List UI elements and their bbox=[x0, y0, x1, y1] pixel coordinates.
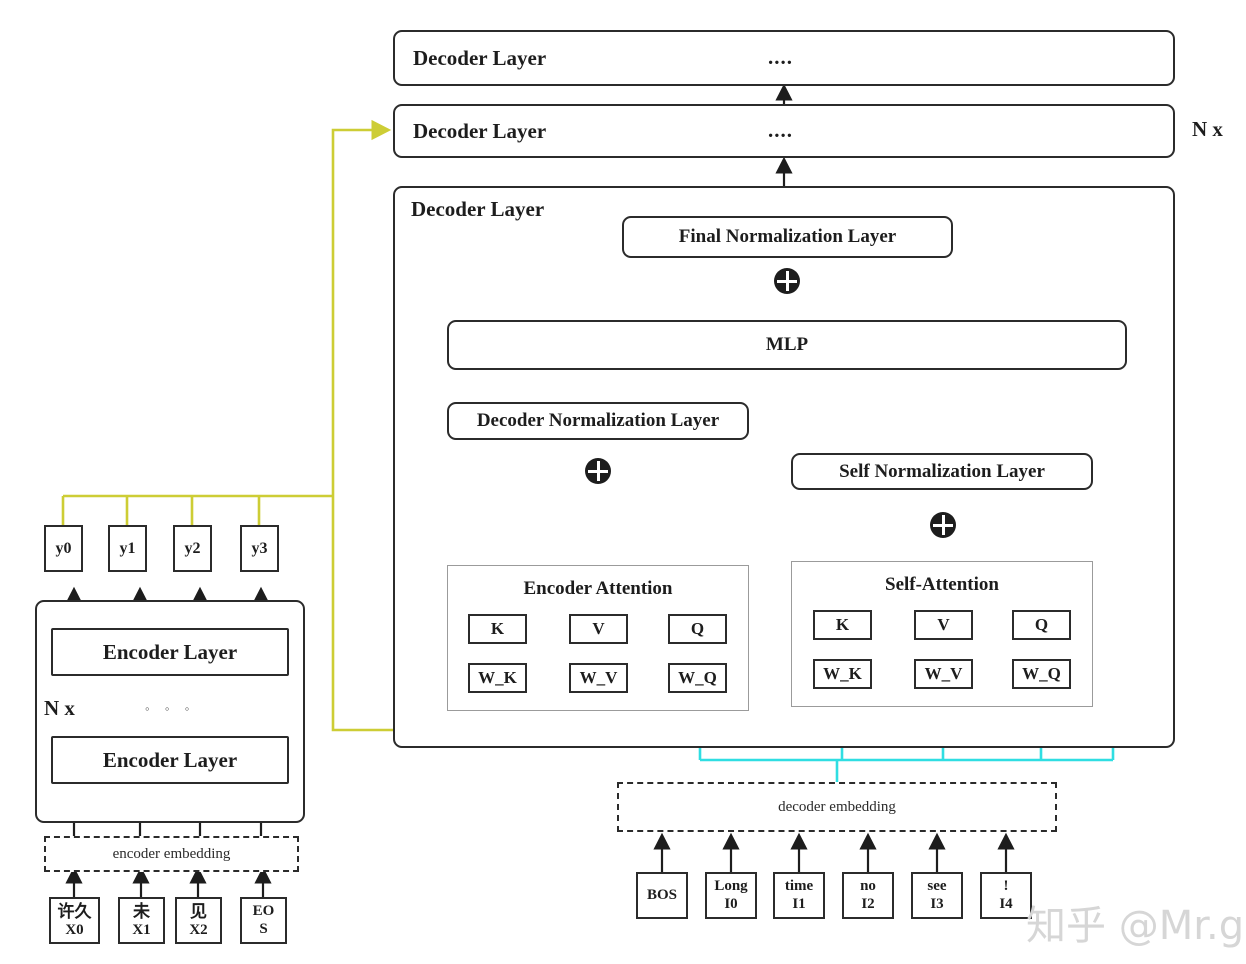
decoder-token-5-text: ! bbox=[1003, 877, 1009, 894]
mlp-label: MLP bbox=[765, 334, 809, 355]
encoder-layer-bottom-label: Encoder Layer bbox=[102, 747, 238, 772]
encoder-token-3[interactable]: EO S bbox=[240, 897, 287, 944]
encoder-embedding[interactable]: encoder embedding bbox=[44, 836, 299, 872]
encoder-token-2-index: X2 bbox=[189, 921, 208, 938]
self-attention-W_V[interactable]: W_V bbox=[914, 659, 973, 689]
decoder-layer-middle-label: Decoder Layer bbox=[413, 118, 547, 143]
decoder-layer-middle-dots: .... bbox=[768, 118, 793, 142]
decoder-token-0[interactable]: BOS bbox=[636, 872, 688, 919]
encoder-layer-top[interactable]: Encoder Layer bbox=[51, 628, 289, 676]
decoder-token-2[interactable]: time I1 bbox=[773, 872, 825, 919]
decoder-normalization-layer[interactable]: Decoder Normalization Layer bbox=[447, 402, 749, 440]
decoder-repeat-label: N x bbox=[1192, 117, 1223, 141]
encoder-token-0-index: X0 bbox=[65, 921, 84, 938]
encoder-token-0[interactable]: 许久 X0 bbox=[49, 897, 100, 944]
residual-add-encoder-attn bbox=[585, 458, 611, 484]
encoder-token-1-index: X1 bbox=[132, 921, 151, 938]
mlp-block[interactable]: MLP bbox=[447, 320, 1127, 370]
diagram-canvas: Decoder Layer .... Decoder Layer .... N … bbox=[0, 0, 1246, 964]
encoder-embedding-label: encoder embedding bbox=[112, 845, 231, 862]
encoder-attention-V-label: V bbox=[592, 619, 605, 638]
decoder-token-3-index: I2 bbox=[861, 895, 875, 912]
encoder-attention-W_Q[interactable]: W_Q bbox=[668, 663, 727, 693]
decoder-token-2-text: time bbox=[784, 877, 814, 894]
encoder-ellipsis: ◦ ◦ ◦ bbox=[145, 701, 196, 716]
decoder-token-1-index: I0 bbox=[724, 895, 738, 912]
encoder-layer-bottom[interactable]: Encoder Layer bbox=[51, 736, 289, 784]
residual-add-final bbox=[774, 268, 800, 294]
encoder-attention-title: Encoder Attention bbox=[523, 578, 673, 599]
encoder-token-3-text: EO bbox=[252, 902, 275, 919]
self-attention-Q[interactable]: Q bbox=[1012, 610, 1071, 640]
self-attention-W_K-label: W_K bbox=[823, 664, 862, 683]
encoder-output-y3[interactable]: y3 bbox=[240, 525, 279, 572]
decoder-token-4-index: I3 bbox=[930, 895, 944, 912]
encoder-output-y2[interactable]: y2 bbox=[173, 525, 212, 572]
encoder-output-y0-label: y0 bbox=[55, 539, 72, 557]
watermark: 知乎 @Mr.g bbox=[1026, 903, 1245, 949]
decoder-layer-expanded-title: Decoder Layer bbox=[411, 197, 545, 221]
encoder-token-1[interactable]: 未 X1 bbox=[118, 897, 165, 944]
decoder-token-1-text: Long bbox=[714, 877, 748, 894]
encoder-output-y1-label: y1 bbox=[119, 539, 136, 557]
encoder-output-y3-label: y3 bbox=[251, 539, 268, 557]
self-attention-W_Q-label: W_Q bbox=[1022, 664, 1061, 683]
encoder-attention-W_V[interactable]: W_V bbox=[569, 663, 628, 693]
encoder-output-y2-label: y2 bbox=[184, 539, 201, 557]
self-attention-V[interactable]: V bbox=[914, 610, 973, 640]
encoder-token-0-text: 许久 bbox=[57, 901, 92, 921]
self-attention-title: Self-Attention bbox=[885, 574, 999, 595]
decoder-token-3-text: no bbox=[860, 877, 876, 894]
self-attention-V-label: V bbox=[937, 615, 950, 634]
decoder-normalization-layer-label: Decoder Normalization Layer bbox=[476, 410, 720, 431]
decoder-token-0-text: BOS bbox=[646, 886, 677, 903]
encoder-token-2-text: 见 bbox=[190, 901, 207, 921]
self-attention-Q-label: Q bbox=[1034, 615, 1049, 634]
decoder-embedding[interactable]: decoder embedding bbox=[617, 782, 1057, 832]
encoder-attention-Q-label: Q bbox=[690, 619, 705, 638]
decoder-token-4-text: see bbox=[927, 877, 947, 894]
encoder-token-2[interactable]: 见 X2 bbox=[175, 897, 222, 944]
encoder-output-y1[interactable]: y1 bbox=[108, 525, 147, 572]
final-normalization-layer[interactable]: Final Normalization Layer bbox=[622, 216, 953, 258]
encoder-token-1-text: 未 bbox=[133, 901, 150, 921]
decoder-embedding-label: decoder embedding bbox=[778, 798, 896, 815]
self-normalization-layer[interactable]: Self Normalization Layer bbox=[791, 453, 1093, 490]
encoder-attention-Q[interactable]: Q bbox=[668, 614, 727, 644]
encoder-attention-W_Q-label: W_Q bbox=[678, 668, 717, 687]
encoder-repeat-label: N x bbox=[44, 696, 75, 720]
final-normalization-layer-label: Final Normalization Layer bbox=[678, 226, 897, 247]
encoder-output-y0[interactable]: y0 bbox=[44, 525, 83, 572]
encoder-attention-V[interactable]: V bbox=[569, 614, 628, 644]
decoder-layer-top-dots: .... bbox=[768, 45, 793, 69]
residual-add-self-attn bbox=[930, 512, 956, 538]
self-attention-W_K[interactable]: W_K bbox=[813, 659, 872, 689]
encoder-token-3-index: S bbox=[259, 920, 268, 937]
decoder-token-4[interactable]: see I3 bbox=[911, 872, 963, 919]
self-attention-W_V-label: W_V bbox=[924, 664, 963, 683]
encoder-attention-W_V-label: W_V bbox=[579, 668, 618, 687]
decoder-layer-top-label: Decoder Layer bbox=[413, 45, 547, 70]
decoder-token-1[interactable]: Long I0 bbox=[705, 872, 757, 919]
self-attention-K-label: K bbox=[835, 615, 850, 634]
encoder-attention-K[interactable]: K bbox=[468, 614, 527, 644]
self-attention-W_Q[interactable]: W_Q bbox=[1012, 659, 1071, 689]
encoder-attention-W_K-label: W_K bbox=[478, 668, 517, 687]
encoder-attention-K-label: K bbox=[490, 619, 505, 638]
self-attention-K[interactable]: K bbox=[813, 610, 872, 640]
decoder-token-5-index: I4 bbox=[999, 895, 1013, 912]
encoder-attention-W_K[interactable]: W_K bbox=[468, 663, 527, 693]
decoder-token-3[interactable]: no I2 bbox=[842, 872, 894, 919]
encoder-layer-top-label: Encoder Layer bbox=[102, 639, 238, 664]
decoder-token-2-index: I1 bbox=[792, 895, 806, 912]
decoder-token-5[interactable]: ! I4 bbox=[980, 872, 1032, 919]
self-normalization-layer-label: Self Normalization Layer bbox=[839, 460, 1045, 482]
